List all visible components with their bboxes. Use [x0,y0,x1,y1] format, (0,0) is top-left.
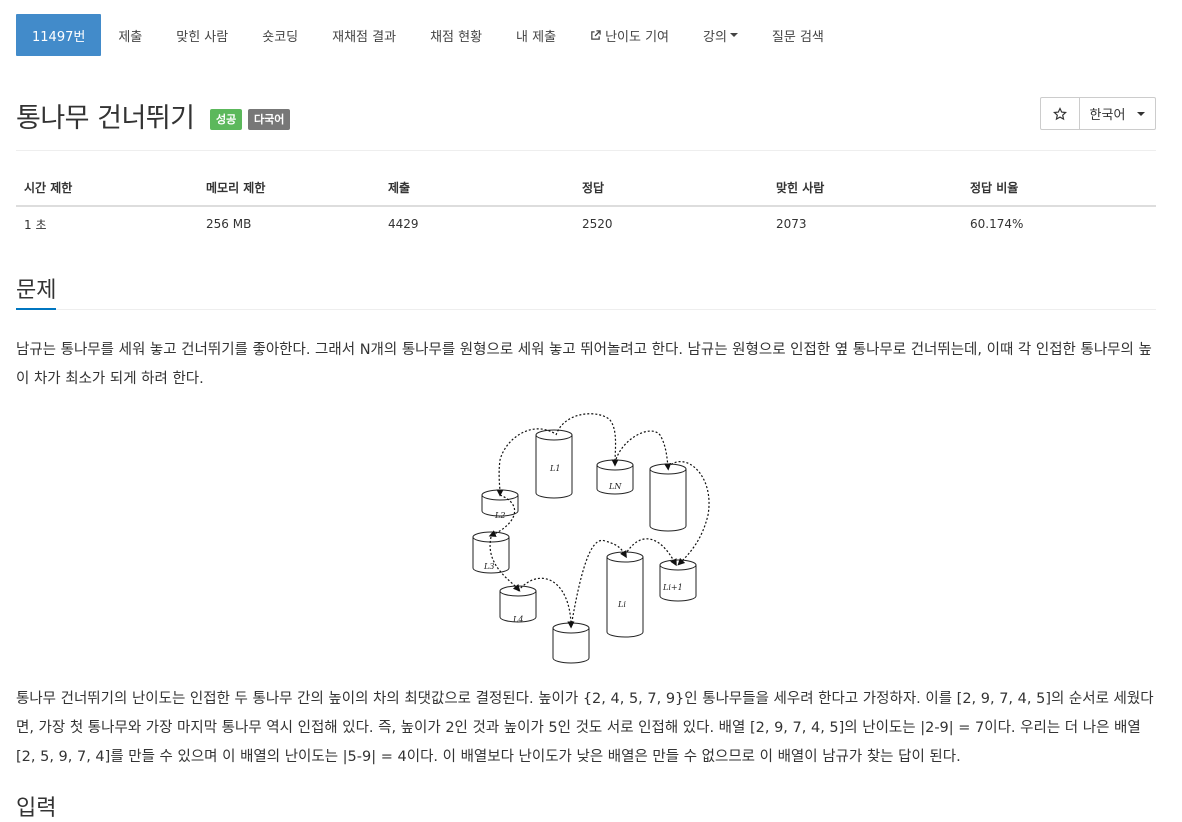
tab-judge-status[interactable]: 채점 현황 [413,14,499,56]
log-label: L1 [549,464,560,473]
log-top [535,429,573,441]
tab-label: 채점 현황 [430,29,483,45]
log-label: L3 [483,562,494,571]
section-title-input: 입력 [16,796,57,821]
tab-question-search[interactable]: 질문 검색 [755,14,841,56]
tab-lectures-dropdown[interactable]: 강의 [686,14,755,56]
table-cell: 2520 [582,217,613,231]
log-top [552,622,590,634]
column-header: 맞힌 사람 [776,181,825,195]
tab-label: 질문 검색 [771,29,824,45]
table-header-row: 시간 제한 메모리 제한 제출 정답 맞힌 사람 정답 비율 [16,170,1156,207]
table-row: 1 초 256 MB 4429 2520 2073 60.174% [16,207,1156,241]
tab-label: 11497번 [32,29,86,45]
header-button-group: 한국어 [1040,97,1156,130]
problem-info-table: 시간 제한 메모리 제한 제출 정답 맞힌 사람 정답 비율 1 초 256 M… [16,170,1156,241]
divider [16,150,1156,151]
table-cell: 256 MB [206,217,252,231]
log-top [606,551,644,563]
log-top [659,559,697,571]
caret-down-icon [729,33,738,37]
language-select[interactable]: 한국어 [1080,98,1155,129]
tab-submit[interactable]: 제출 [101,14,159,56]
section-underline [16,308,56,310]
language-label: 한국어 [1089,108,1126,123]
star-outline-icon [1053,106,1067,120]
column-header: 메모리 제한 [206,181,266,195]
tab-label: 재채점 결과 [332,29,397,45]
tab-rejudge-results[interactable]: 재채점 결과 [315,14,413,56]
column-header: 정답 [582,181,605,195]
tab-label: 제출 [118,29,143,45]
divider [56,309,1156,310]
tab-label: 내 제출 [516,29,557,45]
favorite-button[interactable] [1041,98,1080,129]
log-cylinder [606,557,644,638]
column-header: 정답 비율 [970,181,1019,195]
log-label: Li+1 [662,583,683,592]
table-cell: 1 초 [24,217,47,232]
tab-my-submissions[interactable]: 내 제출 [499,14,573,56]
table-cell: 2073 [776,217,807,231]
problem-description-paragraph: 남규는 통나무를 세워 놓고 건너뛰기를 좋아한다. 그래서 N개의 통나무를 … [16,342,1152,387]
problem-nav-tabs: 11497번 제출 맞힌 사람 숏코딩 재채점 결과 채점 현황 내 제출 난이… [16,14,1166,56]
log-cylinder [649,469,687,532]
section-title-problem: 문제 [16,278,57,303]
multilang-badge: 다국어 [248,109,291,130]
log-label: L4 [512,615,523,624]
log-label: LN [608,482,622,491]
tab-label: 숏코딩 [262,29,299,45]
status-badge-success: 성공 [210,109,243,130]
tab-label: 난이도 기여 [605,29,669,45]
external-link-icon [591,29,601,40]
problem-description-paragraph: 통나무 건너뛰기의 난이도는 인접한 두 통나무 간의 높이의 차의 최댓값으로… [16,691,1154,765]
problem-header: 통나무 건너뛰기 성공 다국어 한국어 [16,92,1156,140]
tab-label: 강의 [703,29,727,45]
column-header: 제출 [388,181,411,195]
page-title: 통나무 건너뛰기 [16,103,195,134]
tab-solved-users[interactable]: 맞힌 사람 [159,14,245,56]
log-label: Li [617,600,626,609]
caret-down-icon [1137,111,1146,116]
log-label: L2 [494,511,505,520]
tab-short-coding[interactable]: 숏코딩 [245,14,315,56]
page: 11497번 제출 맞힌 사람 숏코딩 재채점 결과 채점 현황 내 제출 난이… [0,0,1182,821]
tab-difficulty-contribution[interactable]: 난이도 기여 [573,14,686,56]
logs-circle-figure: L1 LN L2 L3 L4 Li Li+1 [472,413,710,664]
column-header: 시간 제한 [24,181,73,195]
table-cell: 4429 [388,217,419,231]
tab-label: 맞힌 사람 [176,29,229,45]
table-cell: 60.174% [970,217,1024,231]
tab-problem[interactable]: 11497번 [16,14,102,56]
